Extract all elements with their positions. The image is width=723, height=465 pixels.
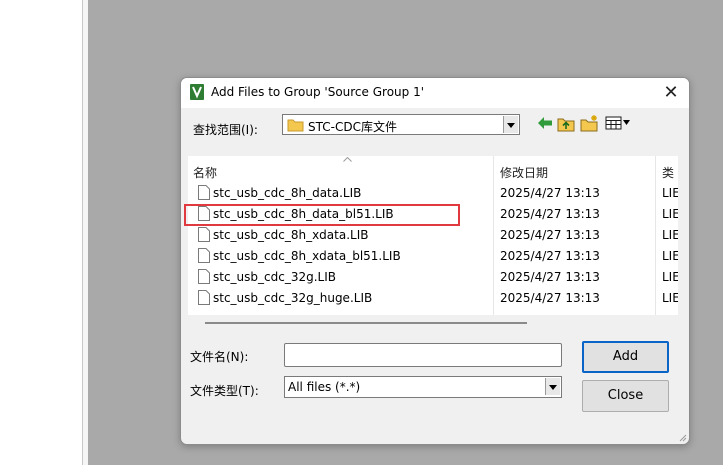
file-name: stc_usb_cdc_32g_huge.LIB — [213, 291, 373, 305]
look-in-value: STC-CDC库文件 — [308, 120, 397, 134]
sort-ascending-icon — [343, 157, 352, 162]
look-in-dropdown[interactable]: STC-CDC库文件 — [282, 114, 520, 135]
file-icon — [198, 248, 210, 263]
add-files-dialog: Add Files to Group 'Source Group 1' ✕ 查找… — [180, 77, 690, 445]
file-date: 2025/4/27 13:13 — [500, 228, 600, 242]
file-icon — [198, 206, 210, 221]
file-date: 2025/4/27 13:13 — [500, 207, 600, 221]
chevron-down-icon[interactable] — [503, 116, 518, 133]
file-list[interactable]: 名称 修改日期 类 stc_usb_cdc_8h_data.LIB 2025/4… — [188, 156, 678, 315]
close-button[interactable]: Close — [582, 380, 669, 412]
chevron-down-icon[interactable] — [545, 378, 560, 395]
file-name: stc_usb_cdc_8h_data_bl51.LIB — [213, 207, 394, 221]
file-row[interactable]: stc_usb_cdc_32g.LIB 2025/4/27 13:13 LIE — [188, 267, 678, 288]
resize-grip-icon[interactable] — [677, 432, 687, 442]
file-name: stc_usb_cdc_8h_xdata.LIB — [213, 228, 369, 242]
file-row[interactable]: stc_usb_cdc_8h_data_bl51.LIB 2025/4/27 1… — [188, 204, 678, 225]
file-type: LIE — [662, 291, 678, 305]
file-type-dropdown[interactable]: All files (*.*) — [284, 376, 562, 398]
file-name: stc_usb_cdc_8h_xdata_bl51.LIB — [213, 249, 401, 263]
file-date: 2025/4/27 13:13 — [500, 249, 600, 263]
file-type: LIE — [662, 249, 678, 263]
dialog-titlebar[interactable]: Add Files to Group 'Source Group 1' ✕ — [181, 78, 689, 108]
file-row[interactable]: stc_usb_cdc_8h_data.LIB 2025/4/27 13:13 … — [188, 183, 678, 204]
close-icon[interactable]: ✕ — [659, 81, 683, 105]
file-icon — [198, 227, 210, 242]
new-folder-icon[interactable] — [580, 114, 599, 132]
file-date: 2025/4/27 13:13 — [500, 291, 600, 305]
file-name-label: 文件名(N): — [190, 350, 249, 364]
file-type: LIE — [662, 228, 678, 242]
file-type-label: 文件类型(T): — [190, 384, 259, 398]
file-type: LIE — [662, 186, 678, 200]
view-menu-icon[interactable] — [605, 116, 631, 130]
column-header-date[interactable]: 修改日期 — [500, 164, 548, 181]
file-icon — [198, 185, 210, 200]
file-date: 2025/4/27 13:13 — [500, 270, 600, 284]
file-type: LIE — [662, 207, 678, 221]
file-icon — [198, 290, 210, 305]
back-arrow-icon[interactable] — [537, 116, 553, 130]
dialog-title: Add Files to Group 'Source Group 1' — [211, 85, 425, 99]
column-header-name[interactable]: 名称 — [193, 164, 217, 181]
file-row[interactable]: stc_usb_cdc_32g_huge.LIB 2025/4/27 13:13… — [188, 288, 678, 309]
keil-app-icon — [190, 84, 204, 100]
file-icon — [198, 269, 210, 284]
folder-icon — [287, 119, 304, 132]
file-row[interactable]: stc_usb_cdc_8h_xdata_bl51.LIB 2025/4/27 … — [188, 246, 678, 267]
left-panel — [0, 0, 82, 465]
file-type-value: All files (*.*) — [288, 380, 361, 394]
column-header-type[interactable]: 类 — [662, 164, 674, 181]
file-date: 2025/4/27 13:13 — [500, 186, 600, 200]
file-name-input[interactable] — [284, 343, 562, 367]
add-button[interactable]: Add — [582, 341, 669, 373]
file-row[interactable]: stc_usb_cdc_8h_xdata.LIB 2025/4/27 13:13… — [188, 225, 678, 246]
scrollbar-thumb[interactable] — [205, 322, 527, 324]
up-folder-icon[interactable] — [557, 116, 575, 132]
file-name: stc_usb_cdc_8h_data.LIB — [213, 186, 362, 200]
horizontal-scrollbar[interactable] — [188, 315, 678, 331]
look-in-label: 查找范围(I): — [193, 123, 258, 137]
file-type: LIE — [662, 270, 678, 284]
file-name: stc_usb_cdc_32g.LIB — [213, 270, 336, 284]
